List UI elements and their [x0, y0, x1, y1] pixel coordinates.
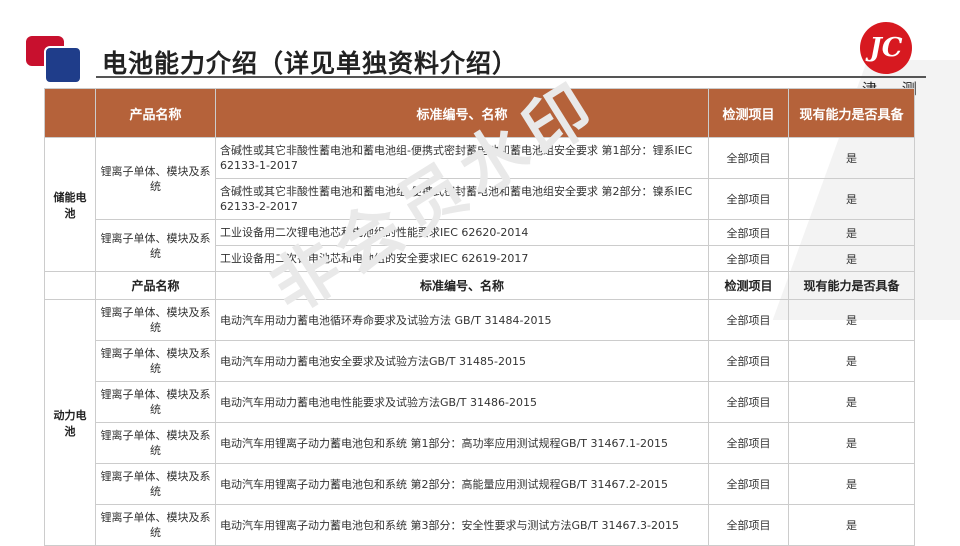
company-logo: JC [860, 22, 912, 74]
product-cell: 锂离子单体、模块及系统 [95, 381, 216, 423]
capable-cell: 是 [788, 422, 915, 464]
standard-cell: 含碱性或其它非酸性蓄电池和蓄电池组-便携式密封蓄电池和蓄电池组安全要求 第1部分… [215, 137, 709, 179]
item-cell: 全部项目 [708, 219, 789, 246]
standard-cell: 工业设备用二次锂电池芯和电池组的性能要求IEC 62620-2014 [215, 219, 709, 246]
standard-cell: 电动汽车用动力蓄电池电性能要求及试验方法GB/T 31486-2015 [215, 381, 709, 423]
standard-cell: 工业设备用二次锂电池芯和电池组的安全要求IEC 62619-2017 [215, 245, 709, 272]
standard-cell: 电动汽车用动力蓄电池安全要求及试验方法GB/T 31485-2015 [215, 340, 709, 382]
header-cell-standard: 标准编号、名称 [215, 88, 709, 138]
page-title: 电池能力介绍（详见单独资料介绍） [102, 49, 519, 78]
header-cell-capable: 现有能力是否具备 [788, 88, 915, 138]
table-row: 锂离子单体、模块及系统 电动汽车用锂离子动力蓄电池包和系统 第2部分：高能量应用… [45, 463, 915, 505]
table-row: 动力电池 锂离子单体、模块及系统 电动汽车用动力蓄电池循环寿命要求及试验方法 G… [44, 299, 915, 546]
standard-cell: 电动汽车用锂离子动力蓄电池包和系统 第3部分：安全性要求与测试方法GB/T 31… [215, 504, 709, 546]
table-row: 锂离子单体、模块及系统 电动汽车用动力蓄电池安全要求及试验方法GB/T 3148… [45, 340, 915, 382]
category-cell: 动力电池 [44, 299, 96, 546]
header-cell-product: 产品名称 [95, 88, 216, 138]
product-cell: 锂离子单体、模块及系统 [95, 463, 216, 505]
item-cell: 全部项目 [708, 299, 789, 341]
battery-capability-table: 产品名称 标准编号、名称 检测项目 现有能力是否具备 储能电池 锂离子单体、模块… [44, 88, 915, 546]
product-cell: 锂离子单体、模块及系统 [95, 504, 216, 546]
capable-cell: 是 [788, 137, 915, 179]
standard-cell: 电动汽车用动力蓄电池循环寿命要求及试验方法 GB/T 31484-2015 [215, 299, 709, 341]
capable-cell: 是 [788, 178, 915, 220]
sub-header-row: 产品名称 标准编号、名称 检测项目 现有能力是否具备 [44, 271, 915, 300]
item-cell: 全部项目 [708, 245, 789, 272]
table-row: 锂离子单体、模块及系统 工业设备用二次锂电池芯和电池组的性能要求IEC 6262… [45, 219, 915, 272]
table-row: 锂离子单体、模块及系统 电动汽车用动力蓄电池电性能要求及试验方法GB/T 314… [45, 381, 915, 423]
capable-cell: 是 [788, 219, 915, 246]
header-cell-item: 检测项目 [708, 88, 789, 138]
item-cell: 全部项目 [708, 381, 789, 423]
table-row: 储能电池 锂离子单体、模块及系统 含碱性或其它非酸性蓄电池和蓄电池组-便携式密封… [44, 137, 915, 272]
capable-cell: 是 [788, 245, 915, 272]
product-cell: 锂离子单体、模块及系统 [95, 340, 216, 382]
product-cell: 锂离子单体、模块及系统 [95, 137, 216, 220]
table-row: 锂离子单体、模块及系统 电动汽车用锂离子动力蓄电池包和系统 第1部分：高功率应用… [45, 422, 915, 464]
header-cell-category [44, 88, 96, 138]
item-cell: 全部项目 [708, 504, 789, 546]
product-cell: 锂离子单体、模块及系统 [95, 422, 216, 464]
item-cell: 全部项目 [708, 340, 789, 382]
item-cell: 全部项目 [708, 422, 789, 464]
category-cell: 储能电池 [44, 137, 96, 272]
sub-header-blank [44, 271, 96, 300]
sub-header-standard: 标准编号、名称 [215, 271, 709, 300]
standard-cell: 电动汽车用锂离子动力蓄电池包和系统 第2部分：高能量应用测试规程GB/T 314… [215, 463, 709, 505]
capable-cell: 是 [788, 504, 915, 546]
table-row: 锂离子单体、模块及系统 电动汽车用锂离子动力蓄电池包和系统 第3部分：安全性要求… [45, 504, 915, 546]
standard-cell: 含碱性或其它非酸性蓄电池和蓄电池组-便携式密封蓄电池和蓄电池组安全要求 第2部分… [215, 178, 709, 220]
sub-header-product: 产品名称 [95, 271, 216, 300]
sub-header-item: 检测项目 [708, 271, 789, 300]
product-cell: 锂离子单体、模块及系统 [95, 299, 216, 341]
product-cell: 锂离子单体、模块及系统 [95, 219, 216, 272]
item-cell: 全部项目 [708, 137, 789, 179]
standard-cell: 电动汽车用锂离子动力蓄电池包和系统 第1部分：高功率应用测试规程GB/T 314… [215, 422, 709, 464]
title-underline [96, 76, 926, 78]
sub-header-capable: 现有能力是否具备 [788, 271, 915, 300]
capable-cell: 是 [788, 463, 915, 505]
capable-cell: 是 [788, 381, 915, 423]
table-header-row: 产品名称 标准编号、名称 检测项目 现有能力是否具备 [44, 88, 915, 138]
item-cell: 全部项目 [708, 463, 789, 505]
capable-cell: 是 [788, 299, 915, 341]
capable-cell: 是 [788, 340, 915, 382]
item-cell: 全部项目 [708, 178, 789, 220]
decor-square-blue [44, 46, 82, 84]
